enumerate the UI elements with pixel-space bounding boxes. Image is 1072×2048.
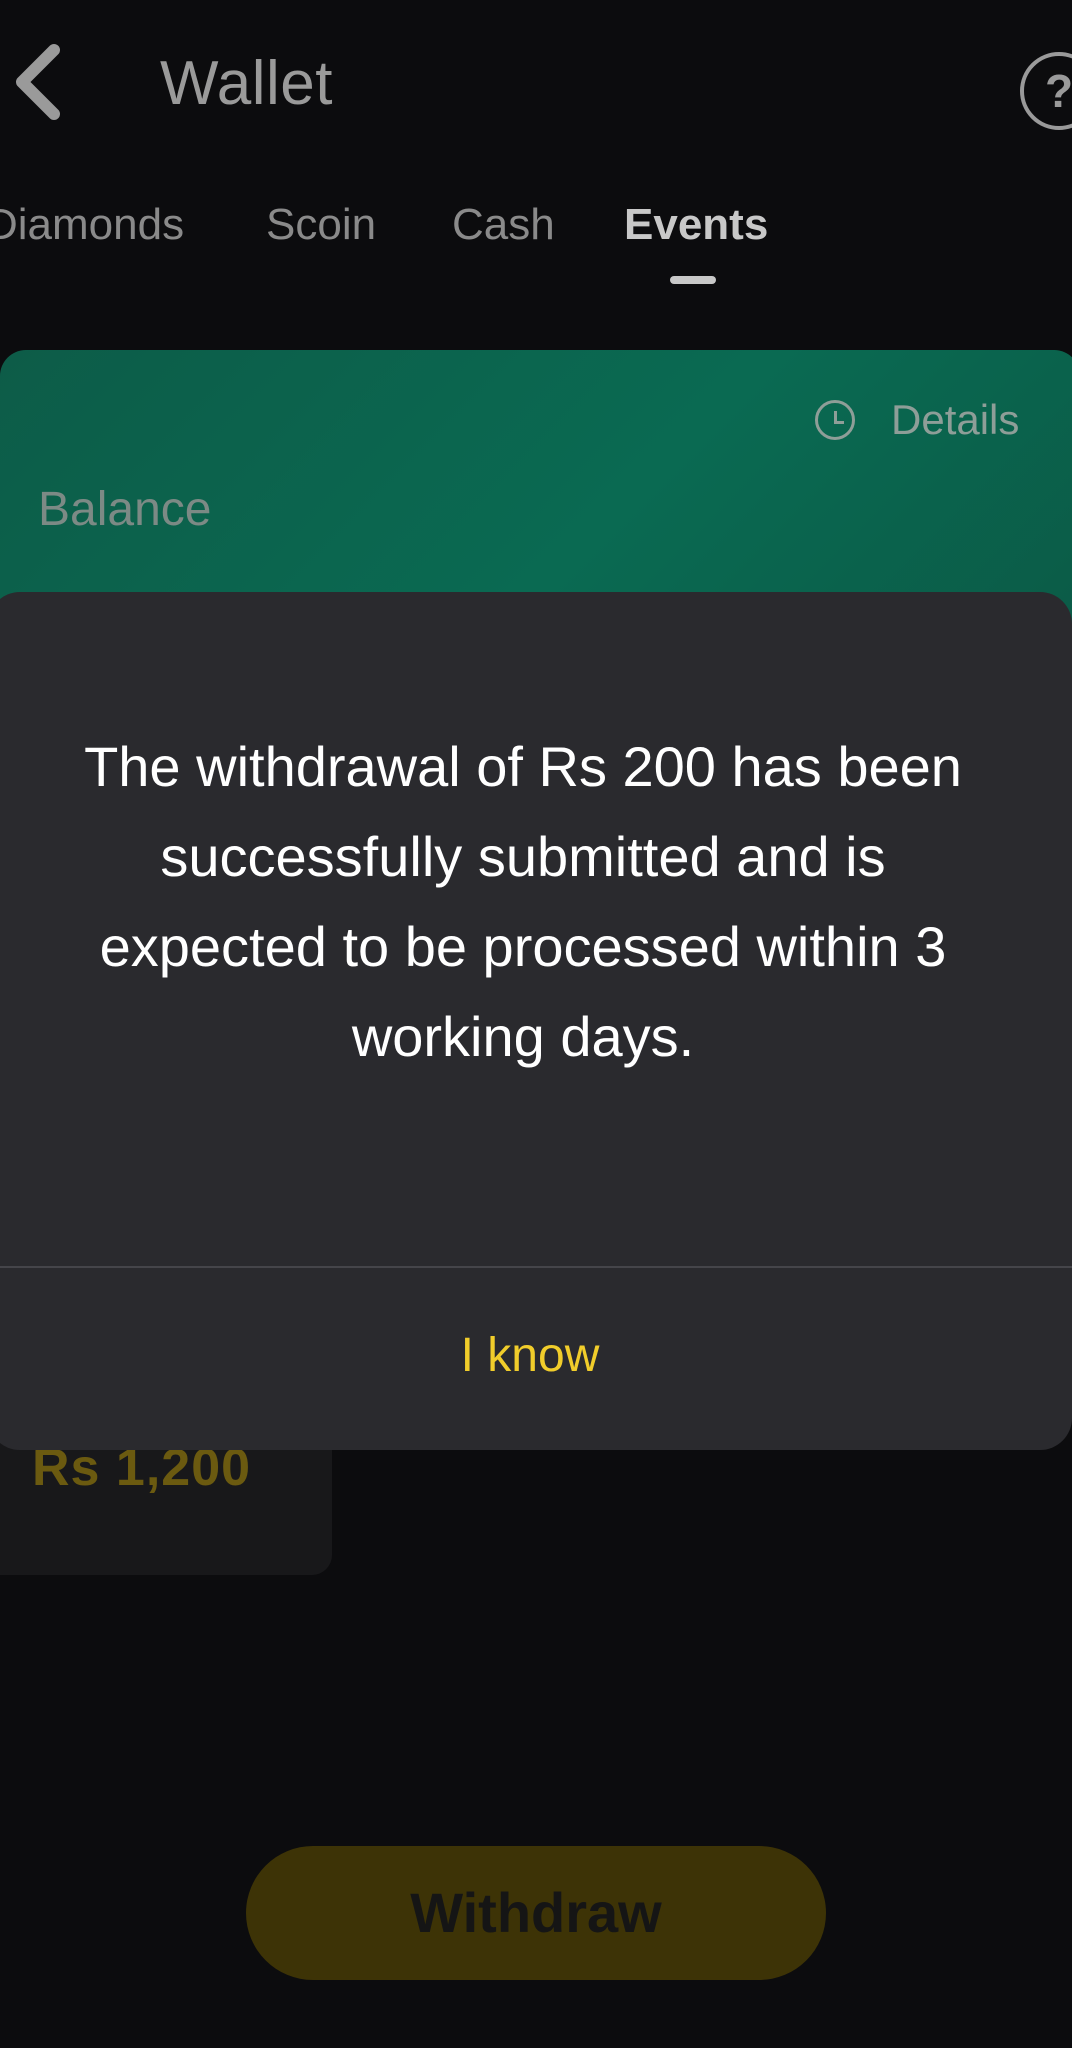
- balance-label: Balance: [38, 483, 212, 536]
- help-icon[interactable]: ?: [1020, 52, 1072, 130]
- withdrawal-confirmation-dialog: The withdrawal of Rs 200 has been succes…: [0, 592, 1072, 1450]
- wallet-screen: Wallet ? Diamonds Scoin Cash Events Deta…: [0, 0, 1072, 2048]
- tab-scoin[interactable]: Scoin: [266, 200, 376, 250]
- active-tab-indicator: [670, 276, 716, 284]
- tab-diamonds[interactable]: Diamonds: [0, 200, 184, 250]
- tab-events[interactable]: Events: [624, 200, 768, 250]
- back-button[interactable]: [0, 30, 80, 130]
- i-know-button[interactable]: I know: [0, 1268, 1072, 1450]
- tab-cash[interactable]: Cash: [452, 200, 555, 250]
- details-link[interactable]: Details: [815, 395, 1019, 445]
- dialog-message: The withdrawal of Rs 200 has been succes…: [84, 735, 962, 1068]
- details-label: Details: [891, 396, 1020, 443]
- page-title: Wallet: [160, 49, 333, 118]
- clock-icon: [815, 400, 855, 440]
- chevron-left-icon: [16, 44, 60, 120]
- withdraw-button[interactable]: Withdraw: [246, 1846, 826, 1980]
